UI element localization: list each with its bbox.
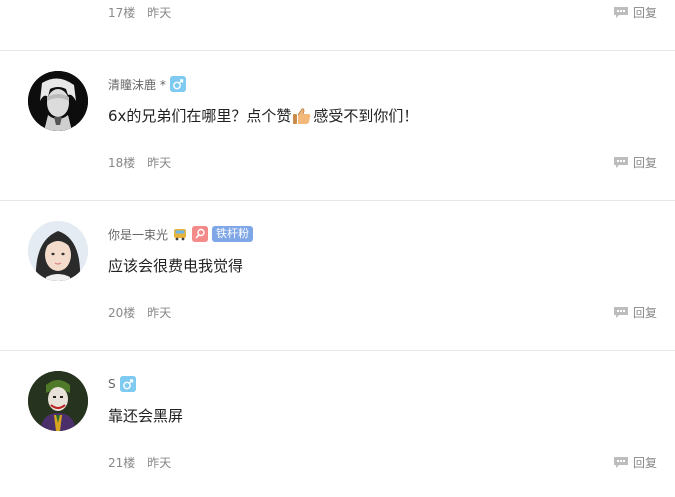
- fan-badge: 铁杆粉: [212, 226, 254, 242]
- avatar-image: [28, 71, 88, 131]
- floor-number: 18楼: [108, 156, 136, 170]
- comment-18: 清瞳沫鹿 * 6x的兄弟们在哪里？点个赞 感受不到你们！ 18楼 昨天 回复: [0, 51, 675, 200]
- comment-text: 应该会很费电我觉得: [108, 257, 244, 275]
- comment-bubble-icon: [613, 457, 628, 468]
- reply-button[interactable]: 回复: [613, 304, 657, 321]
- comment-meta: 20楼 昨天: [108, 304, 171, 321]
- comment-time: 昨天: [147, 156, 172, 170]
- reply-button[interactable]: 回复: [613, 154, 657, 171]
- male-icon: [119, 376, 136, 392]
- reply-button[interactable]: 回复: [613, 454, 657, 471]
- comment-content: 靠还会黑屏: [108, 405, 183, 426]
- comment-time: 昨天: [147, 456, 172, 470]
- comment-time: 昨天: [147, 306, 172, 320]
- comment-text-part1: 6x的兄弟们在哪里？点个赞: [108, 107, 292, 125]
- username[interactable]: 你是一束光: [108, 226, 168, 243]
- thumbs-up-emoji: [293, 107, 311, 124]
- comment-20: 你是一束光 铁杆粉 应该会很费电我觉得 20楼 昨天 回复: [0, 201, 675, 350]
- comment-text: 靠还会黑屏: [108, 407, 184, 425]
- reply-label: 回复: [632, 156, 657, 170]
- comment-bubble-icon: [613, 7, 628, 18]
- comment-bubble-icon: [613, 157, 628, 168]
- comment-content: 6x的兄弟们在哪里？点个赞 感受不到你们！: [108, 105, 418, 126]
- comment-meta: 18楼 昨天: [108, 154, 171, 171]
- reply-button[interactable]: 回复: [613, 4, 657, 21]
- comment-17: 17楼 昨天 回复: [0, 0, 675, 50]
- floor-number: 21楼: [108, 456, 136, 470]
- reply-label: 回复: [632, 6, 657, 20]
- reply-label: 回复: [632, 456, 657, 470]
- avatar[interactable]: [28, 221, 88, 281]
- avatar-image: [28, 371, 88, 431]
- comment-meta: 17楼 昨天: [108, 4, 171, 21]
- avatar[interactable]: [28, 371, 88, 431]
- comment-time: 昨天: [147, 6, 172, 20]
- male-icon: [169, 76, 186, 92]
- reply-label: 回复: [632, 306, 657, 320]
- floor-number: 20楼: [108, 306, 136, 320]
- bus-emoji: [174, 229, 187, 241]
- comment-content: 应该会很费电我觉得: [108, 255, 243, 276]
- avatar[interactable]: [28, 71, 88, 131]
- comment-text-part2: 感受不到你们！: [313, 107, 419, 125]
- search-pin-icon: [192, 226, 209, 242]
- username-row: S: [108, 375, 136, 393]
- username[interactable]: S: [108, 377, 116, 391]
- floor-number: 17楼: [108, 6, 136, 20]
- username[interactable]: 清瞳沫鹿 *: [108, 76, 166, 93]
- username-row: 清瞳沫鹿 *: [108, 75, 186, 93]
- comment-meta: 21楼 昨天: [108, 454, 171, 471]
- avatar-image: [28, 221, 88, 281]
- username-row: 你是一束光 铁杆粉: [108, 225, 254, 243]
- comment-bubble-icon: [613, 307, 628, 318]
- comment-21: S 靠还会黑屏 21楼 昨天 回复: [0, 351, 675, 497]
